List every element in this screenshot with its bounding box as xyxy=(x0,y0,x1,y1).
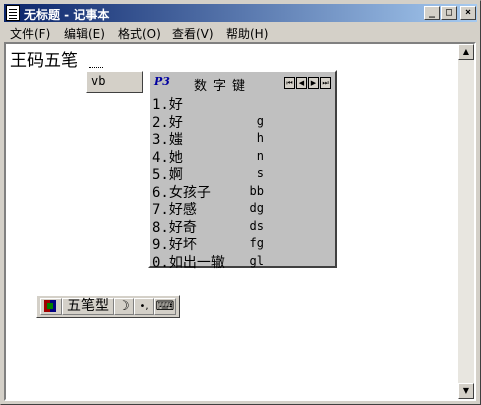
candidate-code: bb xyxy=(249,183,264,198)
candidate-item[interactable]: 0.如出一辙 gl xyxy=(152,252,335,271)
menu-format[interactable]: 格式(O) xyxy=(118,25,161,42)
title-bar[interactable]: 无标题 - 记事本 _ □ × xyxy=(4,4,477,22)
candidate-list: 1.好 2.好 g 3.媸 h 4.她 n 5.婀 s 6.女孩子 bb 7.好感 dg 8… xyxy=(152,94,335,271)
candidate-item[interactable]: 4.她 n xyxy=(152,147,335,166)
input-mode-button[interactable]: 五笔型 xyxy=(62,298,114,315)
next-page-icon[interactable]: ▶ xyxy=(308,77,319,89)
window-title: 无标题 - 记事本 xyxy=(24,8,110,22)
candidate-code: fg xyxy=(249,236,264,250)
scroll-up-button[interactable]: ▲ xyxy=(458,44,474,60)
close-button[interactable]: × xyxy=(460,6,476,20)
candidate-item[interactable]: 6.女孩子 bb xyxy=(152,182,335,201)
candidate-code: h xyxy=(256,131,264,145)
ime-composition-window: vb xyxy=(86,71,143,93)
scroll-down-button[interactable]: ▼ xyxy=(458,383,474,399)
candidate-code: ds xyxy=(249,218,264,233)
punctuation-icon[interactable]: •, xyxy=(134,298,154,315)
candidate-code: g xyxy=(256,113,264,128)
candidate-item[interactable]: 9.好坏 fg xyxy=(152,234,335,253)
menu-view[interactable]: 查看(V) xyxy=(172,25,214,42)
maximize-button[interactable]: □ xyxy=(441,6,457,20)
half-full-width-icon[interactable]: ☽ xyxy=(114,298,134,315)
text-caret xyxy=(89,67,103,68)
ime-logo-icon: P3 xyxy=(154,75,170,88)
candidate-title: 数字键 xyxy=(194,79,252,94)
candidate-header: P3 数字键 ⏮ ◀ ▶ ⏭ xyxy=(152,75,333,94)
candidate-code: s xyxy=(256,166,264,180)
ime-status-bar: 五笔型 ☽ •, ⌨ xyxy=(36,295,180,318)
candidate-item[interactable]: 1.好 xyxy=(152,94,335,113)
menu-bar: 文件(F) 编辑(E) 格式(O) 查看(V) 帮助(H) xyxy=(4,23,477,42)
candidate-item[interactable]: 5.婀 s xyxy=(152,164,335,183)
vertical-scrollbar[interactable]: ▲ ▼ xyxy=(458,44,474,399)
candidate-code: dg xyxy=(249,201,264,215)
last-page-icon[interactable]: ⏭ xyxy=(320,77,331,89)
ime-book-icon[interactable] xyxy=(40,298,62,315)
candidate-code: gl xyxy=(249,253,264,268)
menu-file[interactable]: 文件(F) xyxy=(10,25,50,42)
notepad-icon[interactable] xyxy=(6,5,20,21)
candidate-code: n xyxy=(256,148,264,163)
composition-text: vb xyxy=(91,74,106,88)
candidate-item[interactable]: 8.好奇 ds xyxy=(152,217,335,236)
menu-edit[interactable]: 编辑(E) xyxy=(64,25,105,42)
candidate-item[interactable]: 2.好 g xyxy=(152,112,335,131)
prev-page-icon[interactable]: ◀ xyxy=(296,77,307,89)
candidate-item[interactable]: 3.媸 h xyxy=(152,129,335,148)
candidate-word: 0.如出一辙 xyxy=(152,254,225,271)
minimize-button[interactable]: _ xyxy=(424,6,440,20)
first-page-icon[interactable]: ⏮ xyxy=(284,77,295,89)
editor-content[interactable]: 王码五笔 xyxy=(10,46,78,71)
menu-help[interactable]: 帮助(H) xyxy=(226,25,268,42)
soft-keyboard-icon[interactable]: ⌨ xyxy=(154,298,176,315)
candidate-item[interactable]: 7.好感 dg xyxy=(152,199,335,218)
ime-candidate-window: P3 数字键 ⏮ ◀ ▶ ⏭ 1.好 2.好 g 3.媸 h 4.她 n 5.婀 s 6… xyxy=(148,70,337,271)
